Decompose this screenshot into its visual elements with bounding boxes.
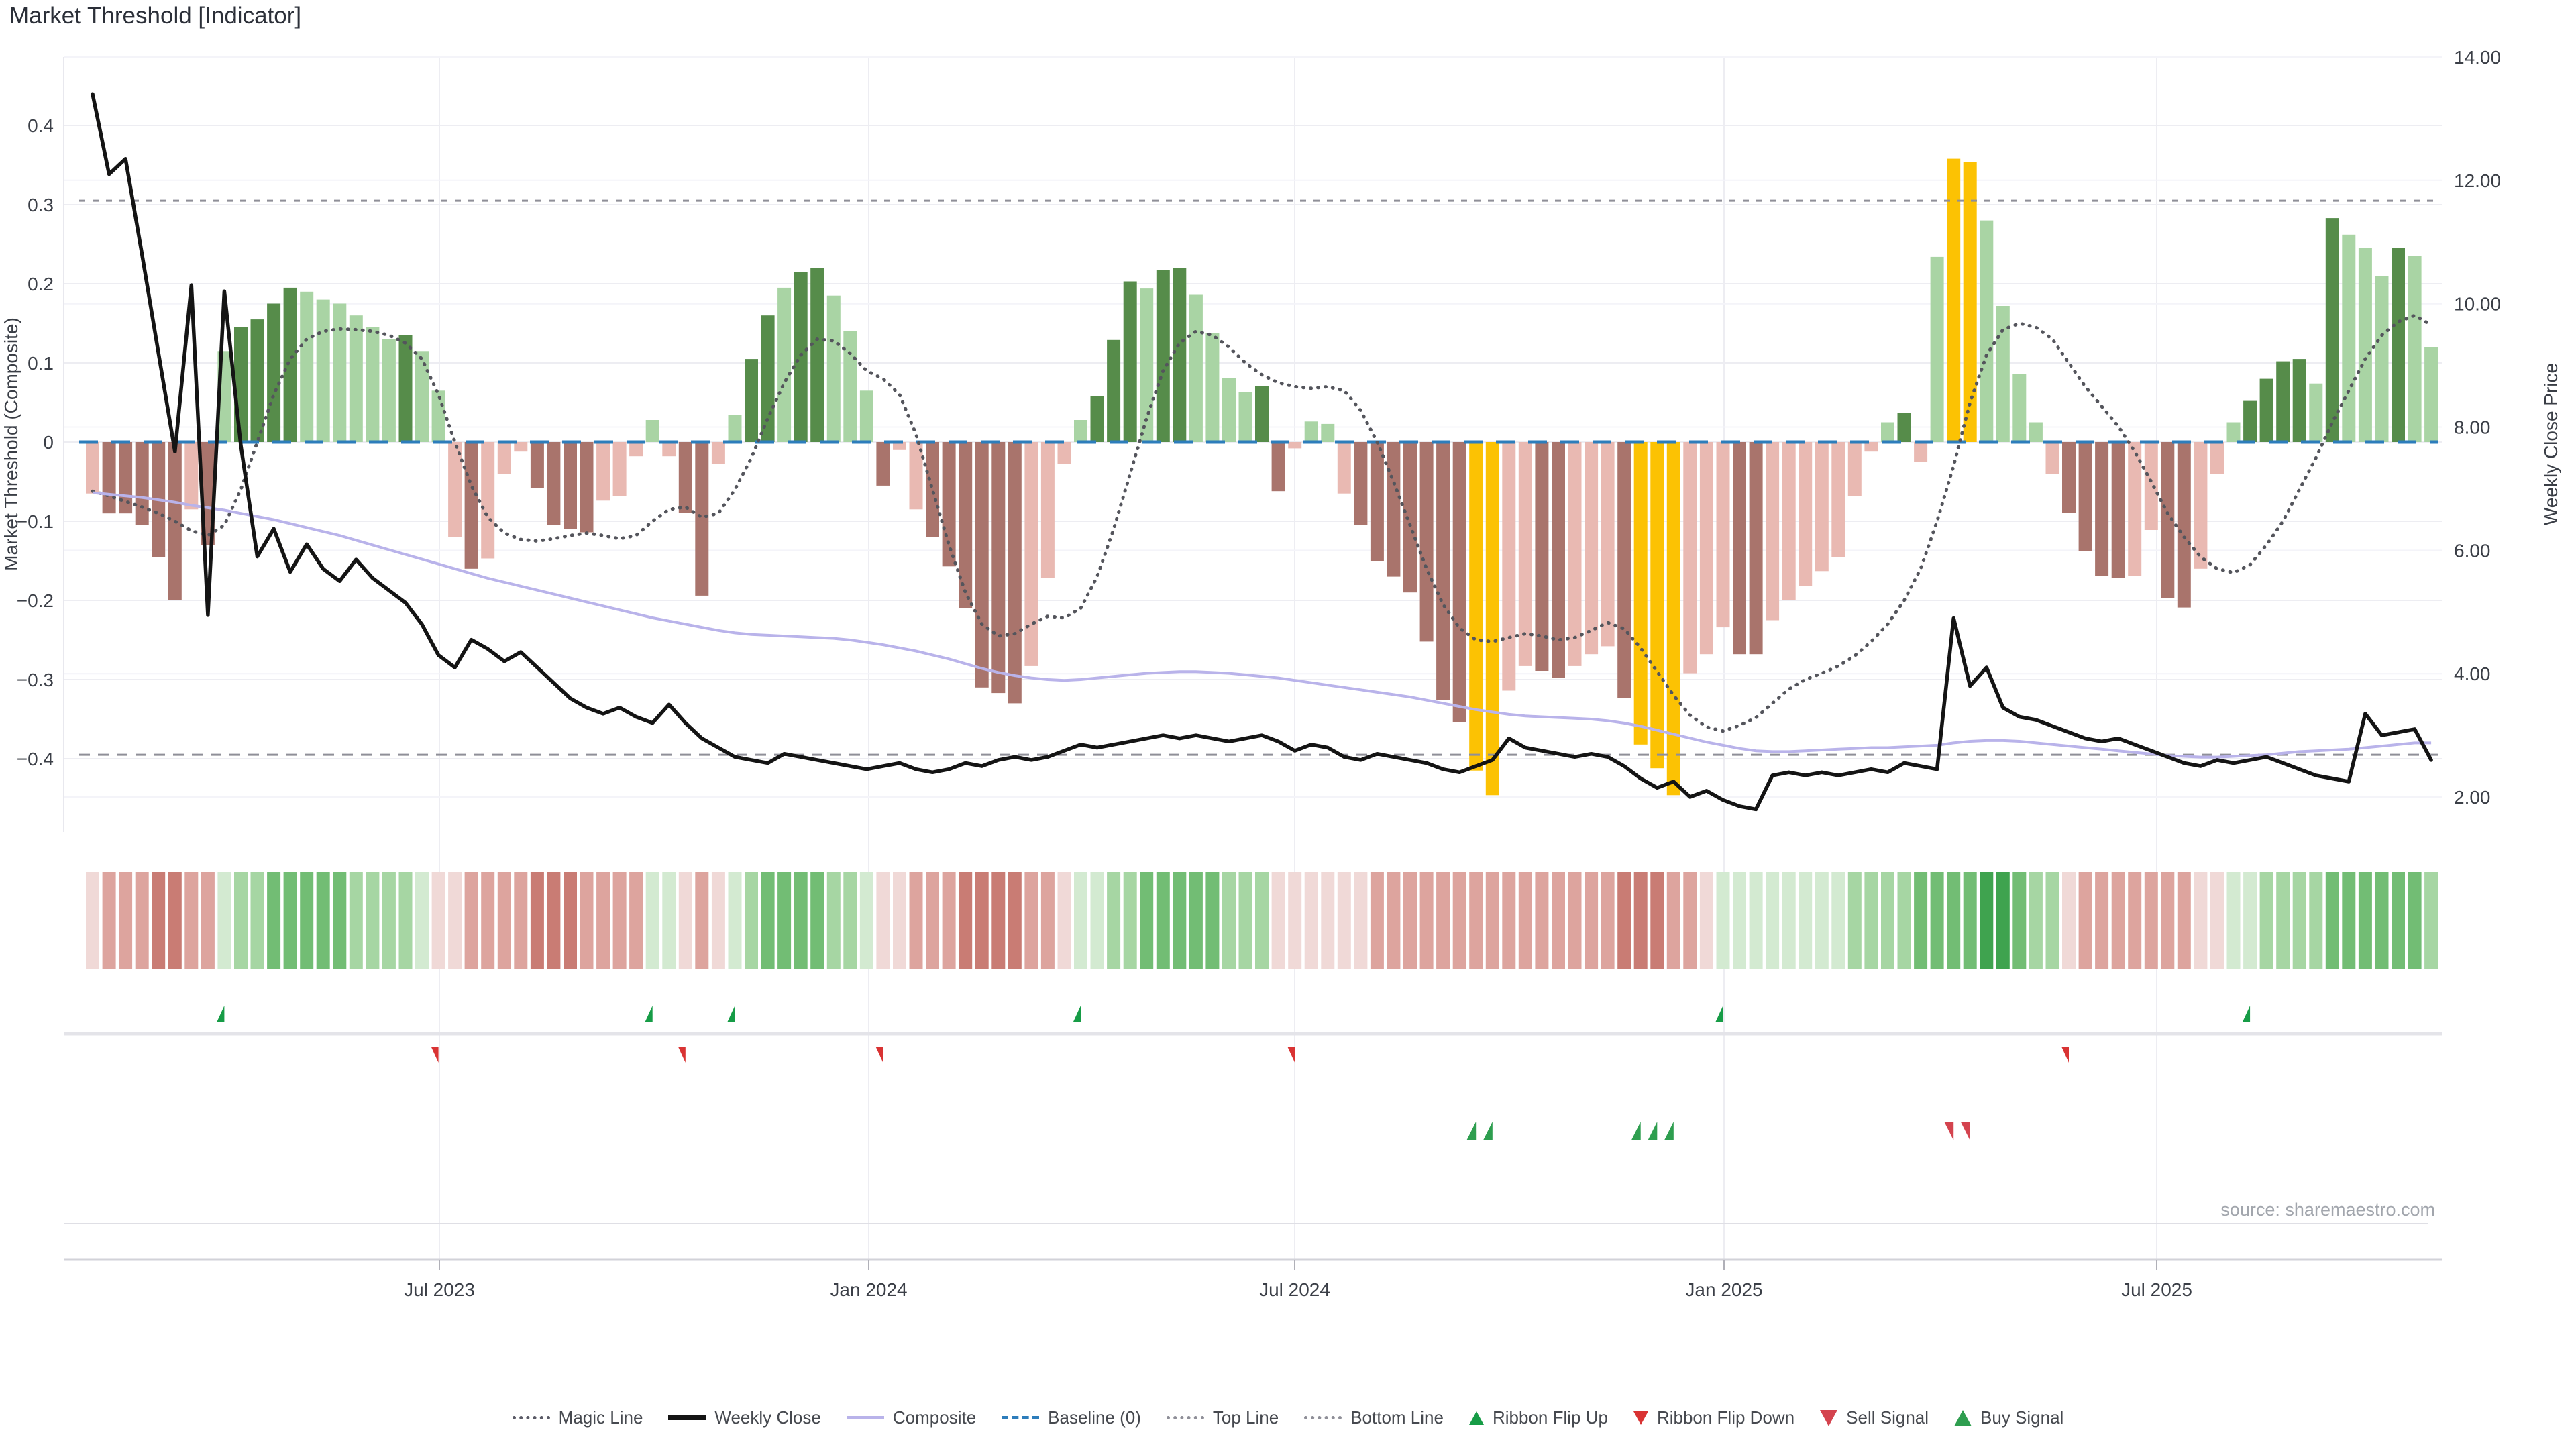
legend-item-label: Magic Line [559,1407,643,1428]
legend-item-sell-signal: Sell Signal [1820,1407,1929,1428]
ribbon-flip-down-markers [431,1046,2069,1063]
svg-text:Jul 2024: Jul 2024 [1259,1279,1330,1300]
triangle-down-icon [1633,1411,1648,1425]
ribbon-flip-up-markers [217,1006,2250,1022]
page-title: Market Threshold [Indicator] [9,3,301,30]
legend-item-label: Buy Signal [1980,1407,2063,1428]
left-axis-title: Market Threshold (Composite) [1,317,21,571]
svg-text:−0.3: −0.3 [17,669,54,690]
svg-text:14.00: 14.00 [2454,47,2501,68]
legend-item-label: Bottom Line [1350,1407,1444,1428]
source-label: source: sharemaestro.com [2220,1199,2435,1220]
legend-item-weekly-close: Weekly Close [668,1407,820,1428]
legend-item-label: Weekly Close [714,1407,820,1428]
solid-line-swatch-icon [668,1415,706,1420]
buy-signal-markers [1466,1122,1674,1140]
svg-text:0: 0 [43,432,54,453]
legend-item-label: Ribbon Flip Up [1493,1407,1608,1428]
svg-text:0.4: 0.4 [28,115,54,136]
legend-item-label: Composite [893,1407,976,1428]
legend-item-label: Top Line [1213,1407,1279,1428]
ribbon-strip [86,872,2438,969]
svg-text:−0.4: −0.4 [17,749,54,769]
svg-text:0.1: 0.1 [28,353,54,374]
legend-item-buy-signal: Buy Signal [1954,1407,2063,1428]
legend-item-label: Sell Signal [1846,1407,1929,1428]
dotted-line-swatch-icon [1304,1416,1342,1419]
chart-dynamic-layer: 0.40.30.20.10−0.1−0.2−0.3−0.414.0012.001… [17,47,2501,1300]
svg-text:Jan 2024: Jan 2024 [830,1279,907,1300]
triangle-down-icon [1820,1410,1837,1426]
svg-text:Jan 2025: Jan 2025 [1685,1279,1762,1300]
svg-text:Jul 2025: Jul 2025 [2121,1279,2192,1300]
dotted-line-swatch-icon [1167,1416,1204,1419]
market-threshold-chart: 0.40.30.20.10−0.1−0.2−0.3−0.414.0012.001… [0,0,2576,1449]
legend-item-top-line: Top Line [1167,1407,1279,1428]
legend-item-ribbon-flip-up: Ribbon Flip Up [1469,1407,1608,1428]
svg-text:12.00: 12.00 [2454,170,2501,191]
svg-text:6.00: 6.00 [2454,540,2491,561]
solid-line-swatch-icon [847,1416,884,1419]
svg-text:2.00: 2.00 [2454,787,2491,808]
svg-text:−0.2: −0.2 [17,590,54,611]
chart-legend: Magic Line Weekly Close Composite Baseline … [0,1407,2576,1428]
svg-text:0.2: 0.2 [28,274,54,294]
svg-text:8.00: 8.00 [2454,417,2491,438]
chart-stage: 0.40.30.20.10−0.1−0.2−0.3−0.414.0012.001… [0,0,2576,1449]
svg-text:10.00: 10.00 [2454,294,2501,315]
triangle-up-icon [1469,1411,1484,1425]
svg-text:0.3: 0.3 [28,195,54,215]
right-axis-title: Weekly Close Price [2540,363,2561,525]
svg-text:4.00: 4.00 [2454,663,2491,684]
legend-item-label: Baseline (0) [1048,1407,1141,1428]
threshold-bars [86,159,2438,796]
dashed-line-swatch-icon [1002,1416,1039,1419]
sell-signal-markers [1944,1122,1970,1140]
svg-text:−0.1: −0.1 [17,511,54,532]
y-axis-right-ticks: 14.00 12.00 10.00 8.00 6.00 4.00 2.00 [2454,47,2501,808]
triangle-up-icon [1954,1410,1972,1426]
legend-item-composite: Composite [847,1407,976,1428]
legend-item-bottom-line: Bottom Line [1304,1407,1444,1428]
dotted-line-swatch-icon [513,1416,550,1419]
legend-item-ribbon-flip-down: Ribbon Flip Down [1633,1407,1794,1428]
y-axis-left-ticks: 0.4 0.3 0.2 0.1 0 −0.1 −0.2 −0.3 −0.4 [17,115,54,769]
svg-text:Jul 2023: Jul 2023 [404,1279,475,1300]
legend-item-baseline-0-: Baseline (0) [1002,1407,1141,1428]
legend-item-magic-line: Magic Line [513,1407,643,1428]
legend-item-label: Ribbon Flip Down [1657,1407,1794,1428]
x-axis-ticks: Jul 2023 Jan 2024 Jul 2024 Jan 2025 Jul 2025 [404,1279,2192,1300]
